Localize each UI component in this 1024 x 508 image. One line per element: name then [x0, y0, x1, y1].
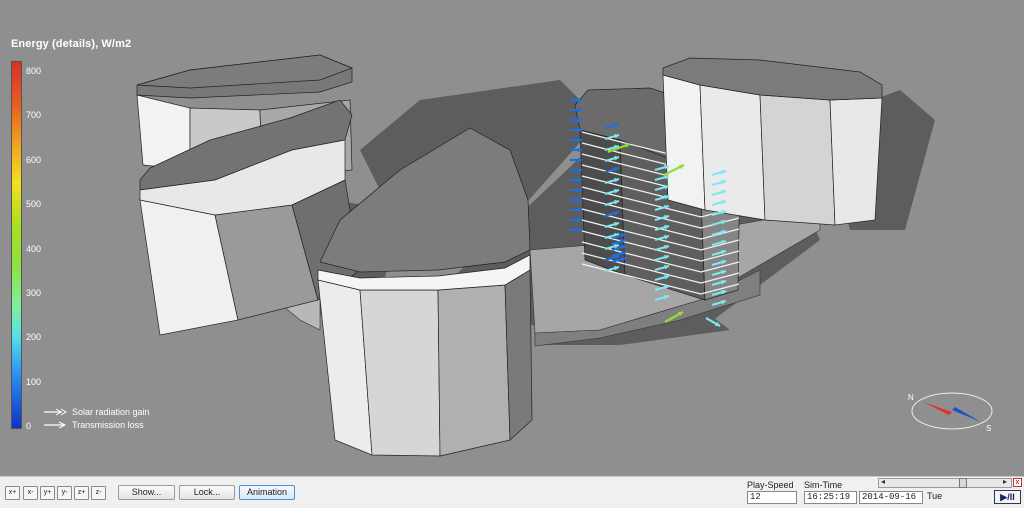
- compass: N S: [905, 390, 995, 436]
- sim-time-input[interactable]: 16:25:19: [804, 491, 857, 504]
- legend-label: Solar radiation gain: [72, 407, 150, 417]
- double-arrow-icon: [44, 408, 67, 416]
- play-pause-button[interactable]: ▶/II: [994, 490, 1021, 504]
- legend-title: Energy (details), W/m2: [11, 38, 132, 50]
- building-e: [662, 57, 883, 226]
- color-scale-tick-label: 400: [26, 243, 42, 254]
- compass-south-label: S: [986, 424, 992, 433]
- view-y-minus-button[interactable]: y-: [57, 486, 72, 500]
- compass-north-label: N: [908, 393, 914, 402]
- 3d-viewport[interactable]: Energy (details), W/m2 800 700 600 500 400 30…: [0, 0, 1024, 476]
- color-scale-tick-label: 100: [26, 376, 42, 387]
- weekday-label: Tue: [927, 491, 943, 501]
- slider-left-arrow-icon[interactable]: ◂: [881, 477, 885, 486]
- close-icon[interactable]: x: [1013, 478, 1022, 487]
- view-y-plus-button[interactable]: y+: [40, 486, 55, 500]
- play-speed-label: Play-Speed: [747, 480, 794, 490]
- view-x-plus-button[interactable]: x+: [5, 486, 20, 500]
- sim-date-input[interactable]: 2014-09-16: [859, 491, 923, 504]
- slider-right-arrow-icon[interactable]: ▸: [1003, 477, 1007, 486]
- legend-label: Transmission loss: [72, 420, 144, 430]
- sim-time-label: Sim-Time: [804, 480, 843, 490]
- view-x-minus-button[interactable]: x-: [23, 486, 38, 500]
- lock-button[interactable]: Lock...: [179, 485, 235, 500]
- color-scale-bar: [11, 61, 22, 429]
- view-z-minus-button[interactable]: z-: [91, 486, 106, 500]
- play-speed-input[interactable]: 12: [747, 491, 797, 504]
- color-scale-tick-label: 600: [26, 154, 42, 165]
- slider-thumb[interactable]: [959, 478, 967, 488]
- animation-button[interactable]: Animation: [239, 485, 295, 500]
- color-scale-tick-label: 800: [26, 66, 42, 76]
- color-scale-tick-label: 0: [26, 421, 32, 431]
- legend-item-solar-gain: Solar radiation gain: [44, 407, 150, 417]
- building-c: [317, 127, 533, 457]
- time-slider[interactable]: ◂ ▸: [878, 477, 1012, 488]
- color-scale-tick-label: 300: [26, 287, 42, 298]
- legend-item-transmission-loss: Transmission loss: [44, 420, 144, 430]
- view-z-plus-button[interactable]: z+: [74, 486, 89, 500]
- color-scale-tick-label: 500: [26, 199, 42, 210]
- color-scale-tick-label: 200: [26, 332, 42, 343]
- building-scene[interactable]: [0, 0, 1024, 476]
- show-button[interactable]: Show...: [118, 485, 175, 500]
- color-scale-tick-label: 700: [26, 110, 42, 121]
- compass-icon: [911, 392, 993, 430]
- arrow-icon: [44, 421, 67, 429]
